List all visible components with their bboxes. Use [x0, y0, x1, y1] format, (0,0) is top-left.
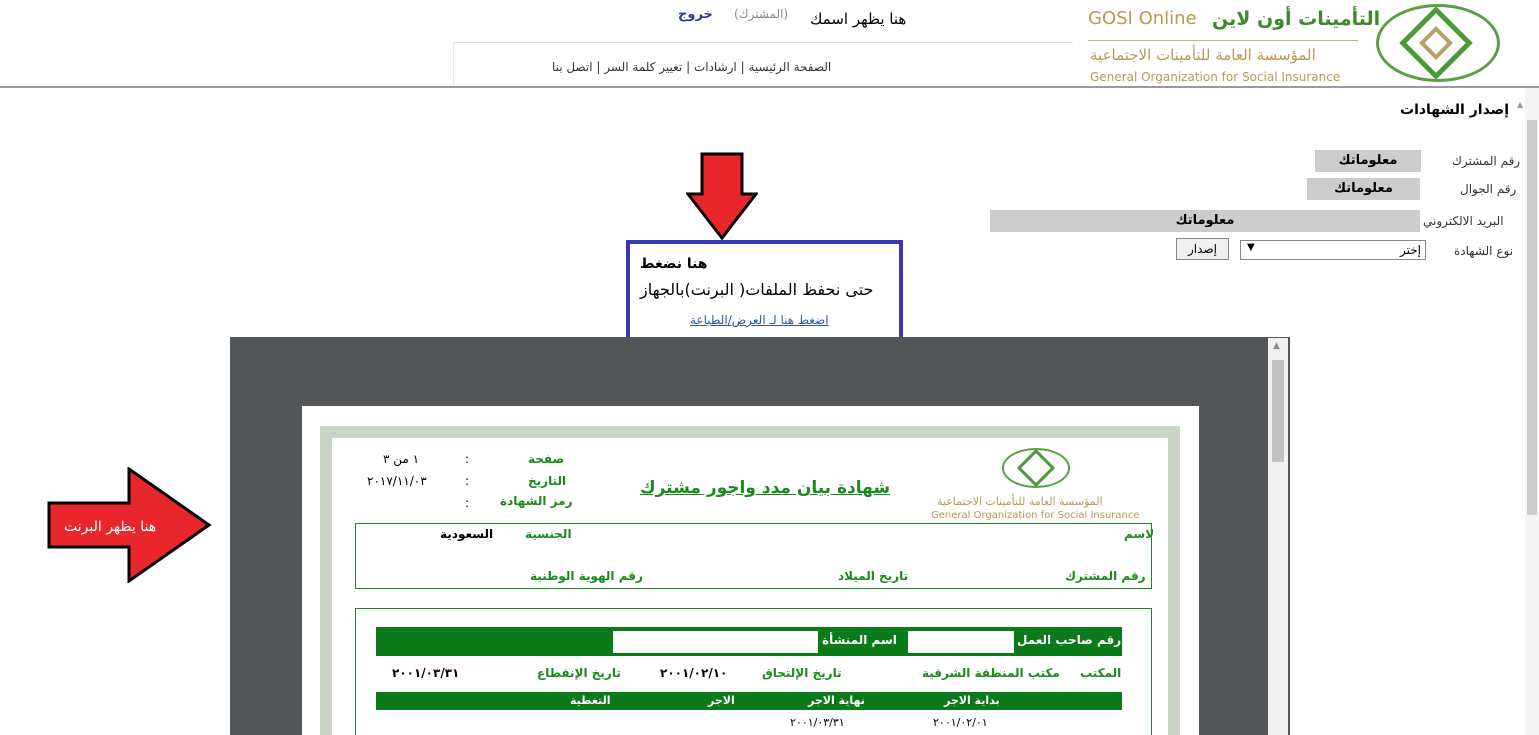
row1-wage-start: ٢٠٠١/٠٢/٠١	[933, 716, 988, 729]
certificate-org-arabic: المؤسسة العامة للتأمينات الاجتماعية	[937, 495, 1103, 508]
mobile-label: رقم الجوال	[1460, 182, 1517, 196]
office-value: مكتب المنطقة الشرقية	[922, 666, 1060, 680]
nav-separator: |	[682, 60, 694, 74]
nationality-label: الجنسية	[525, 527, 572, 541]
red-down-arrow-icon	[686, 152, 758, 240]
nav-home-link[interactable]: الصفحة الرئيسية	[748, 60, 831, 74]
establishment-name-field	[613, 631, 818, 653]
viewer-scroll-up-icon[interactable]: ▲	[1273, 341, 1280, 351]
establishment-name-label: اسم المنشأة	[822, 633, 897, 647]
wage-table-header	[376, 692, 1122, 710]
certificate-logo-icon	[1002, 448, 1070, 488]
join-date-value: ٢٠٠١/٠٢/١٠	[660, 666, 728, 680]
viewer-scrollbar-thumb[interactable]	[1272, 360, 1284, 462]
brand-divider	[1088, 40, 1358, 41]
certificate-org-english: General Organization for Social Insuranc…	[931, 510, 1140, 521]
page-value: ١ من ٣	[383, 452, 420, 466]
org-name-arabic: المؤسسة العامة للتأمينات الاجتماعية	[1090, 46, 1316, 64]
logout-link[interactable]: خروج	[678, 7, 713, 22]
colon: :	[465, 496, 470, 510]
print-arrow-label: هنا يظهر البرنت	[64, 519, 157, 535]
col-wage: الاجر	[708, 694, 735, 707]
cert-type-selected: إختر	[1400, 243, 1421, 257]
nav-change-password-link[interactable]: تغيير كلمة السر	[604, 60, 682, 74]
col-wage-end: نهاية الاجر	[808, 694, 865, 707]
page-scrollbar-thumb[interactable]	[1527, 120, 1537, 515]
section-title: إصدار الشهادات	[1400, 102, 1509, 118]
date-value: ٢٠١٧/١١/٠٣	[367, 474, 427, 488]
nav-separator: |	[592, 60, 605, 74]
brand-name-english: GOSI Online	[1088, 8, 1197, 29]
brand-name-arabic: التأمينات أون لاين	[1212, 8, 1381, 30]
end-date-value: ٢٠٠١/٠٣/٣١	[392, 666, 460, 680]
main-nav: الصفحة الرئيسية | ارشادات | تغيير كلمة ا…	[552, 60, 831, 74]
name-label: لاسم	[1124, 527, 1155, 541]
cert-code-label: رمز الشهادة	[500, 494, 573, 508]
subscriber-no-label: رقم المشترك	[1452, 154, 1521, 168]
subscriber-no-field: معلوماتك	[1315, 150, 1421, 172]
nationality-value: السعودية	[440, 527, 494, 541]
chevron-down-icon: ▼	[1247, 242, 1255, 253]
view-print-link[interactable]: اضغط هنا لـ العرض/الطباعة	[690, 313, 829, 327]
date-label: التاريخ	[528, 474, 567, 488]
email-label: البريد الالكتروني	[1423, 214, 1504, 228]
end-date-label: تاريخ الإنقطاع	[537, 666, 621, 680]
annotation-line1: هنا نضغط	[640, 256, 708, 272]
email-field: معلوماتك	[990, 210, 1420, 232]
cert-type-select[interactable]: إختر ▼	[1240, 240, 1426, 260]
user-role-tag: (المشترك)	[734, 7, 789, 21]
colon: :	[465, 452, 470, 466]
annotation-line2: حتى نحفظ الملفات( البرنت)بالجهاز	[640, 280, 874, 299]
issue-button[interactable]: إصدار	[1176, 238, 1229, 260]
nav-separator: |	[736, 60, 749, 74]
subscriber-no-label: رقم المشترك	[1065, 569, 1146, 583]
scroll-up-icon[interactable]: ▲	[1517, 100, 1523, 109]
nav-contact-link[interactable]: اتصل بنا	[552, 60, 593, 74]
national-id-label: رقم الهوية الوطنية	[530, 569, 643, 583]
col-coverage: التغطية	[570, 694, 611, 707]
colon: :	[465, 474, 470, 488]
certificate-title: شهادة بيان مدد واجور مشترك	[640, 478, 891, 498]
col-wage-start: بداية الاجر	[944, 694, 1000, 707]
join-date-label: تاريخ الإلتحاق	[762, 666, 842, 680]
cert-type-label: نوع الشهادة	[1454, 244, 1514, 258]
office-label: المكتب	[1080, 666, 1122, 680]
user-name-display: هنا يظهر اسمك	[810, 10, 907, 28]
employer-no-label: رقم صاحب العمل	[1017, 633, 1122, 647]
page-label: صفحة	[528, 452, 565, 466]
nav-guidance-link[interactable]: ارشادات	[694, 60, 737, 74]
org-name-english: General Organization for Social Insuranc…	[1090, 70, 1341, 84]
employer-no-field	[908, 631, 1014, 653]
birth-date-label: تاريخ الميلاد	[838, 569, 909, 583]
row1-wage-end: ٢٠٠١/٠٣/٣١	[790, 716, 845, 729]
mobile-field: معلوماتك	[1307, 178, 1420, 200]
